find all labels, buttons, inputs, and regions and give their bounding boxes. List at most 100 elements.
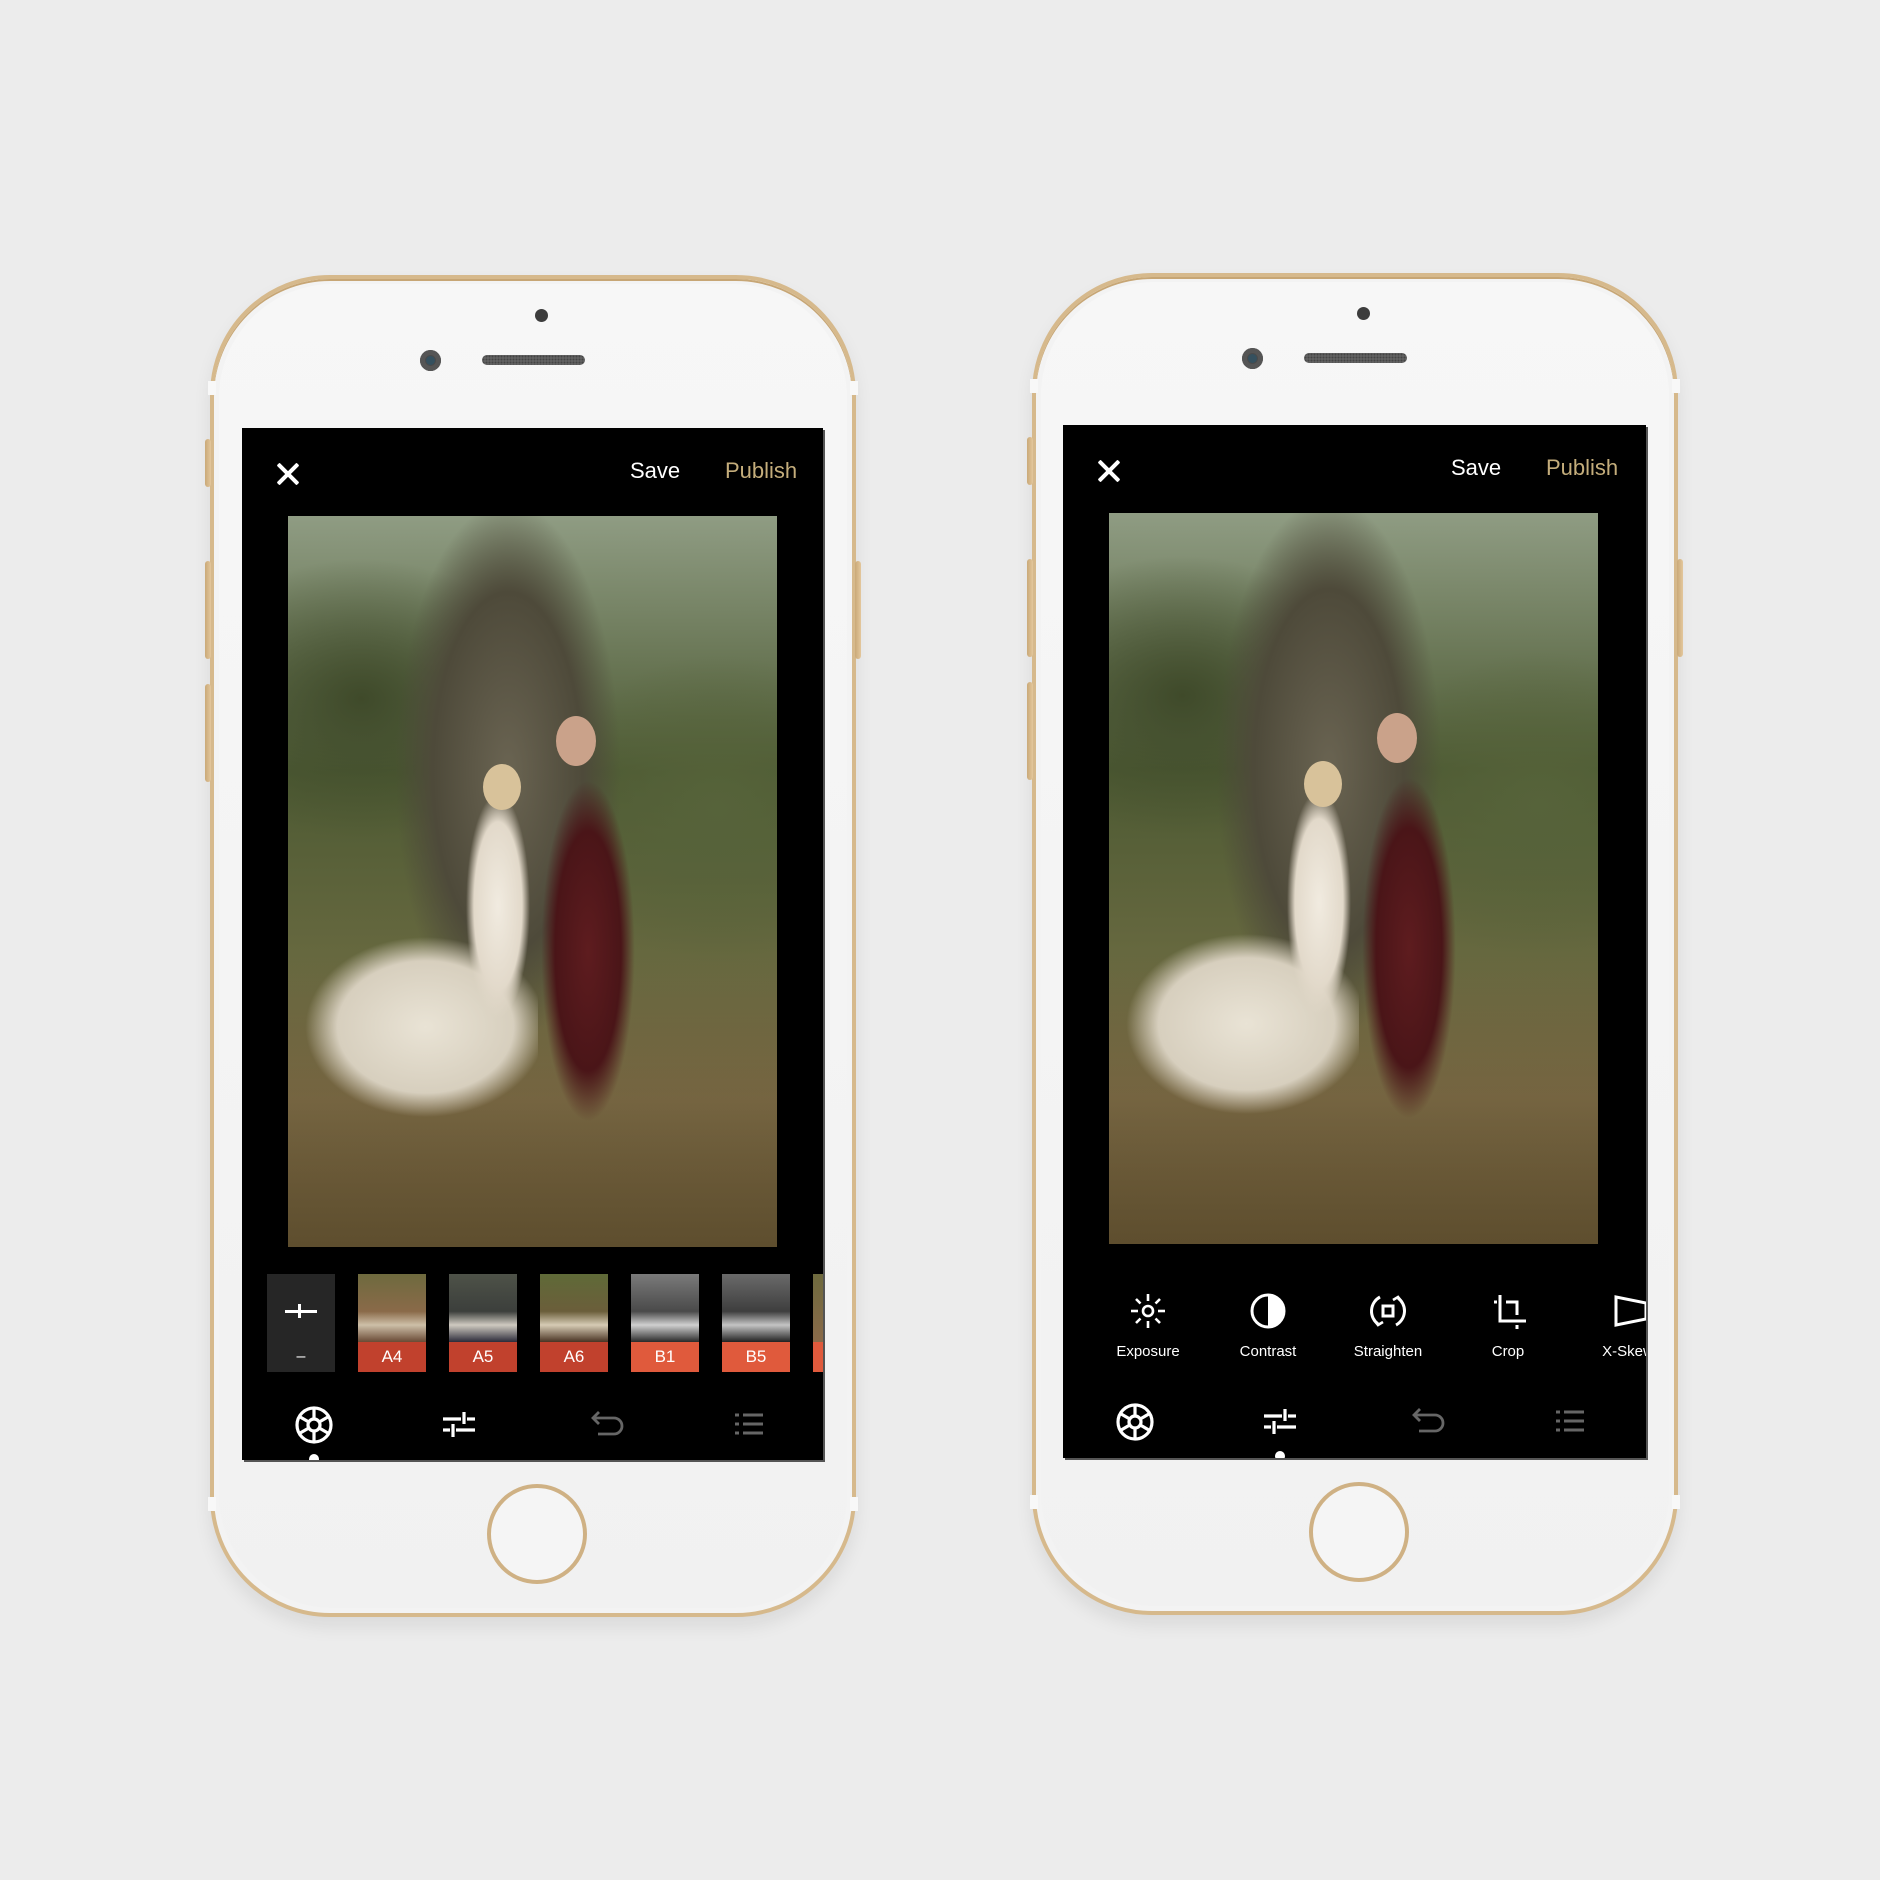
preset-label xyxy=(813,1342,823,1372)
antenna-line xyxy=(1030,379,1038,393)
volume-down-button xyxy=(205,684,211,782)
bottom-nav xyxy=(242,1404,823,1460)
photo-groom xyxy=(1354,738,1464,1158)
nav-adjust[interactable] xyxy=(429,1404,489,1454)
undo-icon xyxy=(591,1411,624,1436)
front-camera xyxy=(420,350,441,371)
antenna-line xyxy=(1030,1495,1038,1509)
preset-label: B1 xyxy=(631,1342,699,1372)
volume-down-button xyxy=(1027,682,1033,780)
tool-straighten[interactable]: Straighten xyxy=(1333,1291,1443,1360)
app-screen: Save Publish – A4 A5 A6 B1 B5 xyxy=(242,428,823,1460)
preset-label: A5 xyxy=(449,1342,517,1372)
volume-up-button xyxy=(205,561,211,659)
preset-strip[interactable]: – A4 A5 A6 B1 B5 xyxy=(267,1274,823,1372)
tool-x-skew[interactable]: X-Skew xyxy=(1573,1291,1646,1360)
undo-icon xyxy=(1412,1408,1445,1433)
preset-thumbnail xyxy=(813,1274,823,1342)
antenna-line xyxy=(208,1497,216,1511)
close-icon[interactable] xyxy=(1097,459,1121,483)
history-list-icon xyxy=(735,1413,763,1435)
publish-button[interactable]: Publish xyxy=(725,458,797,484)
nav-history[interactable] xyxy=(719,1404,779,1454)
preset-label: A6 xyxy=(540,1342,608,1372)
photo-groom xyxy=(533,741,643,1161)
mute-switch xyxy=(1027,437,1033,485)
antenna-line xyxy=(850,381,858,395)
save-button[interactable]: Save xyxy=(630,458,680,484)
preset-thumbnail xyxy=(449,1274,517,1342)
top-bar: Save Publish xyxy=(242,428,823,516)
close-icon[interactable] xyxy=(276,462,300,486)
power-button xyxy=(855,561,861,659)
preset-label: B5 xyxy=(722,1342,790,1372)
app-screen: Save Publish Exposure Contrast Straighte… xyxy=(1063,425,1646,1458)
adjust-sliders-icon xyxy=(1264,1409,1296,1434)
save-button[interactable]: Save xyxy=(1451,455,1501,481)
tool-label: Crop xyxy=(1491,1343,1525,1360)
preset-a5[interactable]: A5 xyxy=(449,1274,517,1372)
photo-groom-head xyxy=(1377,713,1417,763)
nav-presets[interactable] xyxy=(1105,1401,1165,1451)
antenna-line xyxy=(1672,1495,1680,1509)
preset-strength-button[interactable]: – xyxy=(267,1274,335,1372)
nav-adjust[interactable] xyxy=(1250,1401,1310,1451)
tool-label: Exposure xyxy=(1116,1343,1180,1360)
tool-contrast[interactable]: Contrast xyxy=(1213,1291,1323,1360)
preset-label: A4 xyxy=(358,1342,426,1372)
tool-label: Contrast xyxy=(1239,1343,1297,1360)
mute-switch xyxy=(205,439,211,487)
home-button[interactable] xyxy=(487,1484,587,1584)
antenna-line xyxy=(208,381,216,395)
phone-right: Save Publish Exposure Contrast Straighte… xyxy=(1027,273,1683,1615)
antenna-line xyxy=(1672,379,1680,393)
preset-b1[interactable]: B1 xyxy=(631,1274,699,1372)
preset-thumbnail xyxy=(631,1274,699,1342)
presets-wheel-icon xyxy=(1116,1403,1154,1441)
photo-preview xyxy=(1109,513,1598,1244)
preset-thumbnail xyxy=(540,1274,608,1342)
crop-icon xyxy=(1494,1295,1526,1329)
volume-up-button xyxy=(1027,559,1033,657)
preset-strength-value: – xyxy=(296,1348,306,1365)
nav-presets[interactable] xyxy=(284,1404,344,1454)
publish-button[interactable]: Publish xyxy=(1546,455,1618,481)
history-list-icon xyxy=(1556,1410,1584,1432)
tool-label: X-Skew xyxy=(1602,1343,1646,1360)
presets-wheel-icon xyxy=(295,1406,333,1444)
tool-label: Straighten xyxy=(1353,1343,1423,1360)
top-bar: Save Publish xyxy=(1063,425,1646,513)
phone-left: Save Publish – A4 A5 A6 B1 B5 xyxy=(205,275,861,1617)
home-button[interactable] xyxy=(1309,1482,1409,1582)
nav-history[interactable] xyxy=(1540,1401,1600,1451)
adjust-strength-icon xyxy=(285,1304,317,1318)
exposure-icon xyxy=(1131,1294,1165,1328)
tool-crop[interactable]: Crop xyxy=(1453,1291,1563,1360)
adjust-sliders-icon xyxy=(443,1412,475,1437)
contrast-icon xyxy=(1250,1293,1286,1329)
proximity-sensor xyxy=(1357,307,1370,320)
proximity-sensor xyxy=(535,309,548,322)
photo-bride-head xyxy=(483,764,521,810)
tool-strip[interactable]: Exposure Contrast Straighten Crop X-Ske xyxy=(1063,1291,1646,1381)
preset-thumbnail xyxy=(358,1274,426,1342)
front-camera xyxy=(1242,348,1263,369)
photo-preview xyxy=(288,516,777,1247)
bottom-nav xyxy=(1063,1401,1646,1457)
preset-a4[interactable]: A4 xyxy=(358,1274,426,1372)
earpiece-speaker xyxy=(482,355,585,365)
nav-undo[interactable] xyxy=(574,1404,634,1454)
power-button xyxy=(1677,559,1683,657)
photo-groom-head xyxy=(556,716,596,766)
antenna-line xyxy=(850,1497,858,1511)
photo-bride-head xyxy=(1304,761,1342,807)
preset-a6[interactable]: A6 xyxy=(540,1274,608,1372)
tool-exposure[interactable]: Exposure xyxy=(1093,1291,1203,1360)
active-nav-indicator xyxy=(309,1454,319,1460)
straighten-icon xyxy=(1370,1295,1406,1327)
preset-b5[interactable]: B5 xyxy=(722,1274,790,1372)
preset-thumbnail xyxy=(722,1274,790,1342)
preset-next-partial[interactable] xyxy=(813,1274,823,1372)
active-nav-indicator xyxy=(1275,1451,1285,1458)
nav-undo[interactable] xyxy=(1395,1401,1455,1451)
